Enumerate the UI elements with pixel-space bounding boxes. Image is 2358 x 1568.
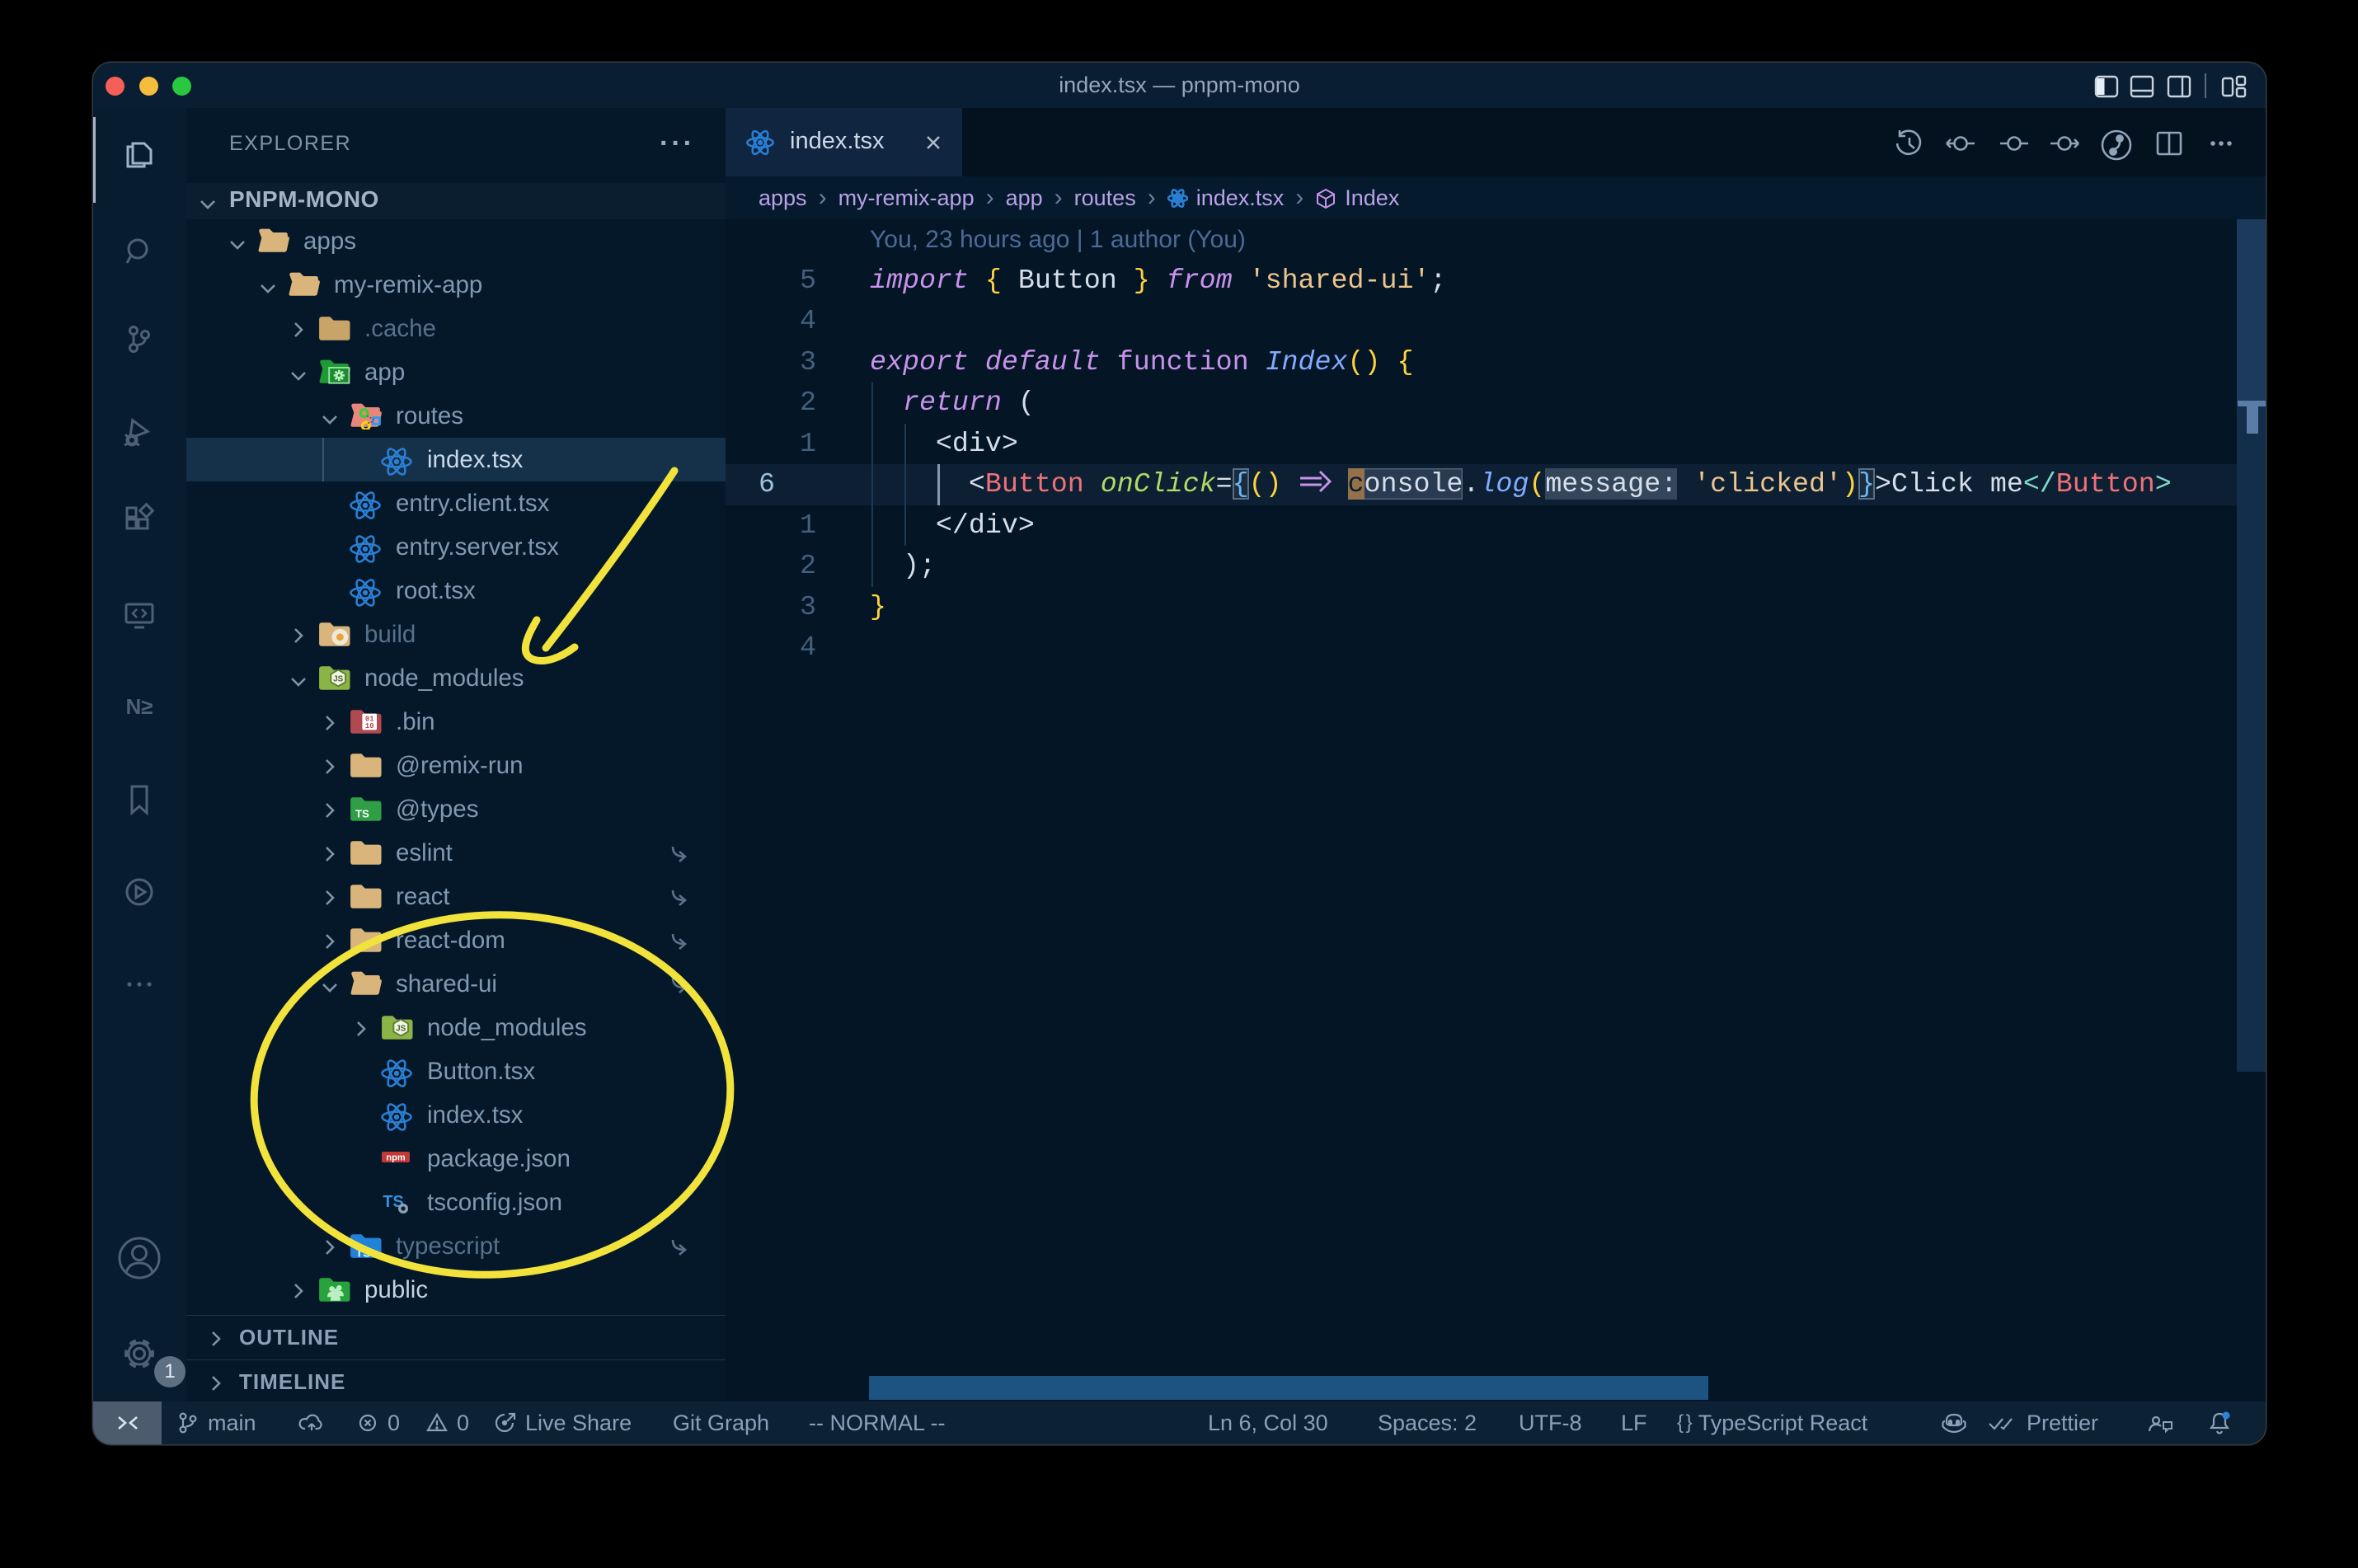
svg-text:TS: TS (355, 807, 369, 819)
svg-text:JS: JS (333, 674, 344, 683)
svg-text:JS: JS (396, 1024, 406, 1033)
svg-text:TS: TS (355, 1247, 370, 1260)
svg-text:N≥: N≥ (125, 694, 153, 719)
svg-text:10: 10 (365, 722, 374, 730)
svg-text:npm: npm (386, 1153, 405, 1163)
